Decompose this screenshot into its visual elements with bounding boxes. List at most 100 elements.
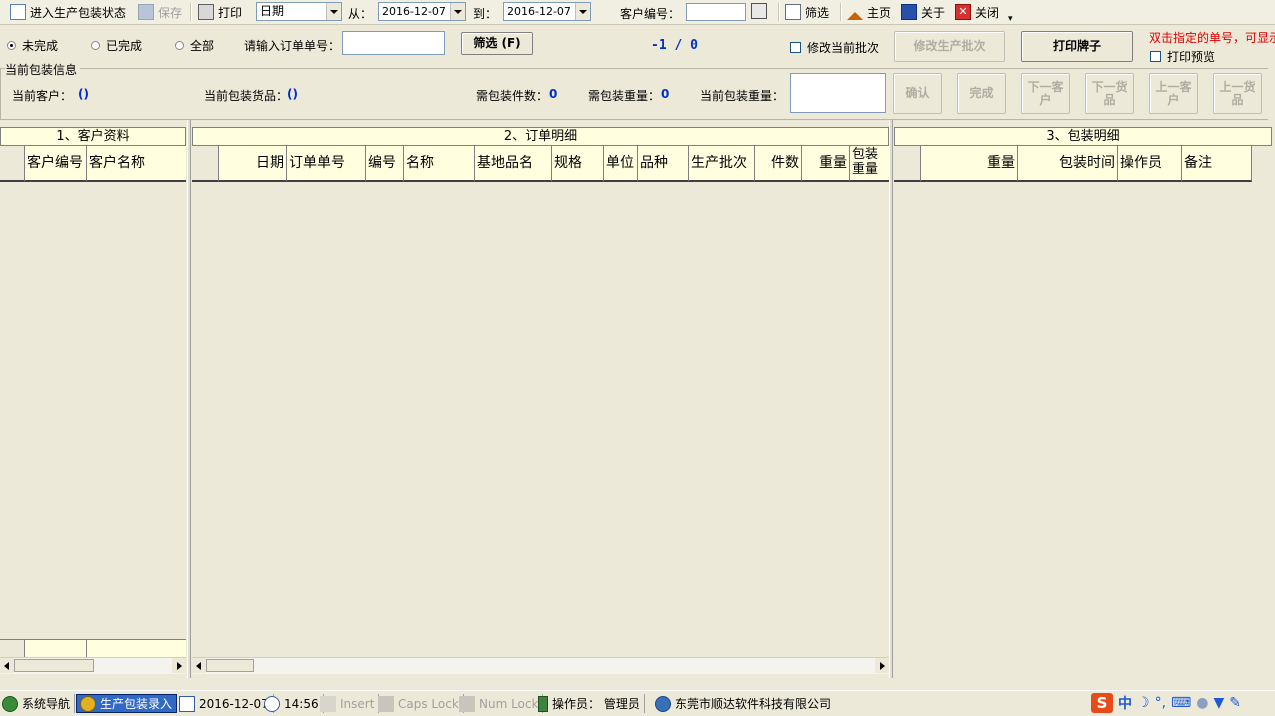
about-button[interactable]: 关于 <box>901 2 945 22</box>
customer-grid[interactable]: 客户编号 客户名称 <box>0 146 186 658</box>
radio-all[interactable]: 全部 <box>175 37 214 54</box>
splitter-left[interactable] <box>187 120 191 678</box>
checkbox-icon <box>790 42 801 53</box>
sogou-ime-icon[interactable]: S <box>1091 693 1113 713</box>
scroll-right-icon[interactable] <box>875 658 889 673</box>
print-tag-button[interactable]: 打印牌子 <box>1021 31 1133 62</box>
chevron-down-icon[interactable] <box>450 3 465 20</box>
modify-batch-checkbox[interactable]: 修改当前批次 <box>790 39 879 56</box>
column-header[interactable]: 备注 <box>1182 146 1252 182</box>
scroll-thumb[interactable] <box>206 659 254 672</box>
user-icon[interactable]: ● <box>1196 695 1208 711</box>
status-bar: 系统导航 生产包装录入 2016-12-07 14:56 Insert Caps… <box>0 690 1275 716</box>
column-header[interactable]: 日期 <box>219 146 287 182</box>
to-label: 到： <box>473 7 498 21</box>
filter-button[interactable]: 筛选 (F) <box>461 32 533 55</box>
modify-batch-button[interactable]: 修改生产批次 <box>894 31 1005 62</box>
moon-icon[interactable]: ☽ <box>1137 695 1150 711</box>
column-header[interactable]: 操作员 <box>1118 146 1182 182</box>
column-header[interactable]: 重量 <box>921 146 1018 182</box>
prev-goods-button[interactable]: 上一货品 <box>1213 73 1262 114</box>
ime-language-icon[interactable]: 中 <box>1118 693 1132 713</box>
scroll-left-icon[interactable] <box>192 658 206 673</box>
next-customer-button[interactable]: 下一客户 <box>1021 73 1070 114</box>
to-date-picker[interactable]: 2016-12-07 <box>503 2 591 21</box>
globe-icon <box>2 695 18 712</box>
current-weight-input[interactable] <box>790 73 886 113</box>
column-header[interactable]: 重量 <box>802 146 850 182</box>
close-button[interactable]: ✕ 关闭 <box>955 2 999 22</box>
column-header[interactable]: 件数 <box>755 146 802 182</box>
num-lock-icon <box>459 695 475 712</box>
column-header[interactable]: 包装时间 <box>1018 146 1118 182</box>
current-customer-label: 当前客户： <box>12 89 73 103</box>
order-panel: 2、订单明细 日期 订单单号 编号 名称 基地品名 规格 单位 品种 生产批次 … <box>192 127 889 674</box>
column-header[interactable]: 生产批次 <box>689 146 755 182</box>
punctuation-icon[interactable]: °, <box>1155 695 1166 711</box>
customer-no-input[interactable] <box>686 3 746 21</box>
column-header[interactable]: 品种 <box>638 146 689 182</box>
save-button[interactable]: 保存 <box>138 2 182 22</box>
globe-icon <box>655 695 671 712</box>
column-header[interactable]: 规格 <box>552 146 604 182</box>
home-icon <box>847 4 863 20</box>
print-button[interactable]: 打印 <box>198 2 242 22</box>
filter-toolbar-button[interactable]: 筛选 <box>785 2 829 22</box>
packing-panel-title: 3、包装明细 <box>894 127 1272 146</box>
column-header[interactable]: 客户编号 <box>25 146 87 182</box>
customer-hscrollbar[interactable] <box>0 657 186 674</box>
keyboard-icon[interactable]: ⌨ <box>1171 695 1191 711</box>
column-header[interactable]: 编号 <box>366 146 404 182</box>
column-header[interactable]: 基地品名 <box>475 146 552 182</box>
next-goods-button[interactable]: 下一货品 <box>1085 73 1134 114</box>
packing-grid-header: 重量 包装时间 操作员 备注 <box>894 146 1252 182</box>
lookup-icon[interactable] <box>751 3 769 20</box>
column-header[interactable]: 包装重量 <box>850 146 889 182</box>
prev-customer-button[interactable]: 上一客户 <box>1149 73 1198 114</box>
current-goods-label: 当前包装货品： <box>204 89 289 103</box>
shirt-icon[interactable]: ▼ <box>1213 695 1224 711</box>
order-number-input[interactable] <box>342 31 445 55</box>
system-nav-button[interactable]: 系统导航 <box>2 694 76 713</box>
row-indicator-header <box>894 146 921 182</box>
order-hscrollbar[interactable] <box>192 657 889 674</box>
confirm-button[interactable]: 确认 <box>893 73 942 114</box>
active-window-tab[interactable]: 生产包装录入 <box>76 694 178 713</box>
enter-packing-status-button[interactable]: 进入生产包装状态 <box>10 2 126 22</box>
order-grid[interactable]: 日期 订单单号 编号 名称 基地品名 规格 单位 品种 生产批次 件数 重量 包… <box>192 146 889 658</box>
toolbar-overflow-icon[interactable]: ▾ <box>1008 4 1018 24</box>
radio-incomplete[interactable]: 未完成 <box>7 37 58 54</box>
chevron-down-icon[interactable] <box>326 3 341 20</box>
record-counter: -1 / 0 <box>651 38 698 53</box>
date-type-select[interactable]: 日期 <box>256 2 342 21</box>
row-indicator-header <box>192 146 219 182</box>
finish-button[interactable]: 完成 <box>957 73 1006 114</box>
splitter-right[interactable] <box>889 120 893 678</box>
radio-dot-icon <box>7 41 16 50</box>
radio-complete[interactable]: 已完成 <box>91 37 142 54</box>
customer-panel-title: 1、客户资料 <box>0 127 186 146</box>
packing-info-title: 当前包装信息 <box>5 61 81 78</box>
print-preview-checkbox[interactable]: 打印预览 <box>1150 48 1215 65</box>
order-grid-header: 日期 订单单号 编号 名称 基地品名 规格 单位 品种 生产批次 件数 重量 包… <box>192 146 889 182</box>
scroll-thumb[interactable] <box>14 659 94 672</box>
calendar-icon <box>179 695 195 712</box>
status-insert: Insert <box>320 694 380 713</box>
need-weight-label: 需包装重量： <box>588 89 661 103</box>
chevron-down-icon[interactable] <box>575 3 590 20</box>
home-button[interactable]: 主页 <box>847 2 891 22</box>
column-header[interactable]: 单位 <box>604 146 638 182</box>
packing-grid[interactable]: 重量 包装时间 操作员 备注 <box>894 146 1272 674</box>
row-indicator-header <box>0 146 25 182</box>
status-caps-lock: Caps Lock <box>378 694 464 713</box>
from-date-picker[interactable]: 2016-12-07 <box>378 2 466 21</box>
filter-icon <box>785 4 801 20</box>
customer-grid-header: 客户编号 客户名称 <box>0 146 186 182</box>
scroll-left-icon[interactable] <box>0 658 14 673</box>
scroll-right-icon[interactable] <box>172 658 186 673</box>
column-header[interactable]: 订单单号 <box>287 146 366 182</box>
column-header[interactable]: 客户名称 <box>87 146 186 182</box>
column-header[interactable]: 名称 <box>404 146 475 182</box>
wrench-icon[interactable]: ✎ <box>1229 695 1241 711</box>
edit-icon <box>10 4 26 20</box>
